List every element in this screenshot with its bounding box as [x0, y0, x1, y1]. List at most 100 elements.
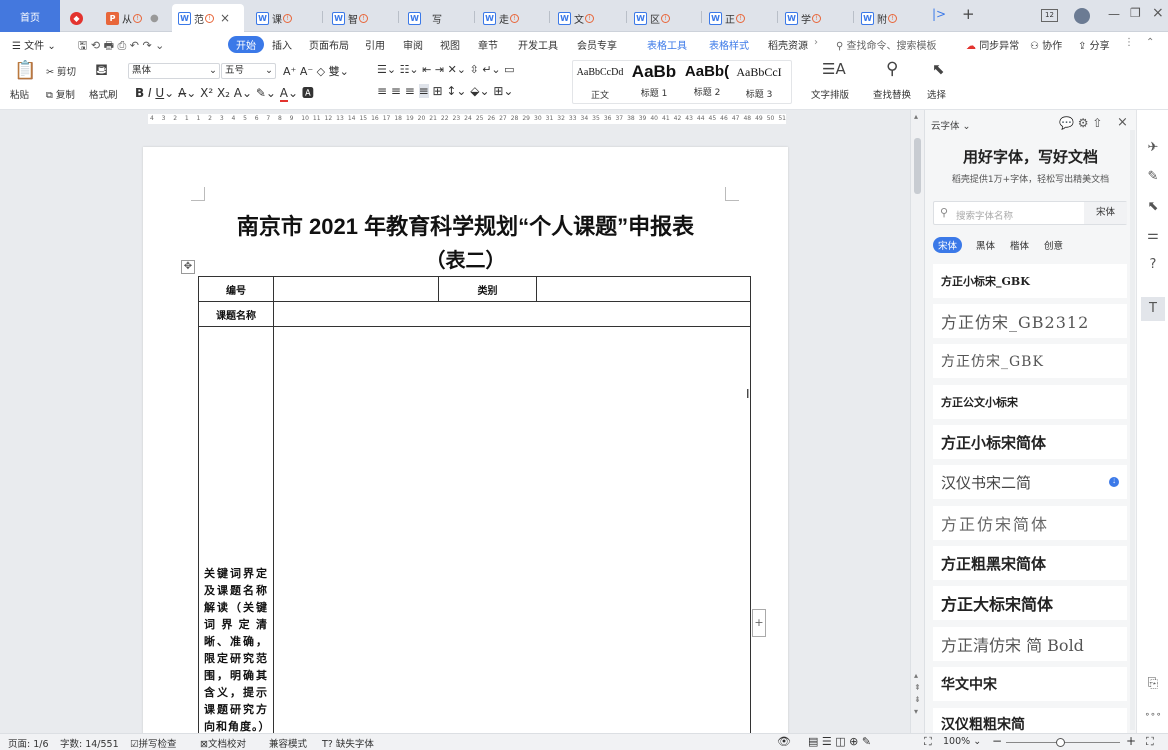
more-tools-icon[interactable]: ∘∘∘ [1144, 706, 1162, 724]
page-indicator[interactable]: 页面: 1/6 [8, 736, 49, 750]
table-cell[interactable]: 关键词界定及课题名称解读（关键词界定清晰、准确，限定研究范围，明确其含义，提示课… [198, 326, 274, 733]
zoom-in-icon[interactable]: + [1126, 734, 1136, 748]
font-item[interactable]: 方正粗黑宋简体 [933, 546, 1127, 580]
menu-file[interactable]: ☰ 文件 ⌄ [12, 37, 56, 52]
find-icon[interactable]: ⚲ [886, 59, 898, 79]
word-count[interactable]: 字数: 14/551 [60, 736, 119, 750]
panel-close-icon[interactable]: × [1117, 115, 1128, 130]
tab-overflow-icon[interactable]: |> [932, 7, 946, 21]
menu-view[interactable]: 视图 [440, 37, 460, 52]
paste-button[interactable]: 粘贴 [10, 87, 29, 101]
menu-chapter[interactable]: 章节 [478, 37, 498, 52]
font-item[interactable]: 方正小标宋_GBK [933, 264, 1127, 298]
menu-table-tools[interactable]: 表格工具 [647, 37, 687, 52]
zoom-level[interactable]: 100% ⌄ [943, 736, 981, 747]
tab-doc[interactable]: W 正! [703, 4, 775, 32]
font-item[interactable]: 方正大标宋简体 [933, 586, 1127, 620]
cut-button[interactable]: ✂ 剪切 [46, 64, 76, 78]
cloud-download-icon[interactable]: ⇣ [1109, 477, 1119, 487]
search-scope-tag[interactable]: 宋体 [1084, 202, 1127, 224]
document-area[interactable]: 南京市 2021 年教育科学规划“个人课题”申报表 （表二） ✥ 编号 类别 课… [0, 127, 910, 733]
new-tab-plus-icon[interactable]: + [962, 5, 975, 23]
font-item[interactable]: 方正仿宋_GB2312 [933, 304, 1127, 338]
find-replace-button[interactable]: 查找替换 [873, 87, 911, 101]
menu-start[interactable]: 开始 [228, 36, 264, 53]
table-cell[interactable] [273, 276, 439, 302]
tab-doc-active[interactable]: W 范! × [172, 4, 244, 32]
scroll-up-icon[interactable]: ▴ [914, 112, 918, 121]
quick-access-icons[interactable]: 🖫 ⟲ 🖶 ⎙ ↶ ↷ ⌄ [78, 37, 164, 56]
tab-doc[interactable]: W 区! [628, 4, 700, 32]
filter-kaiti[interactable]: 楷体 [1010, 238, 1029, 252]
table-cell[interactable]: 编号 [198, 276, 274, 302]
style-normal[interactable]: AaBbCcDd 正文 [574, 62, 626, 101]
text-format-icons[interactable]: B I U⌄ A̶⌄ X² X₂ A⌄ ✎⌄ A⌄ 🅰 [135, 84, 314, 102]
font-name-select[interactable]: 黑体 ⌄ [128, 63, 220, 79]
font-search-box[interactable]: ⚲ 搜索字体名称 宋体 [933, 201, 1127, 225]
menu-dev[interactable]: 开发工具 [518, 37, 558, 52]
doc-proof[interactable]: ⊠文档校对 [200, 736, 246, 750]
table-cell[interactable]: 类别 [438, 276, 537, 302]
zoom-out-icon[interactable]: − [992, 734, 1002, 748]
horizontal-ruler[interactable]: 4 3 2 1 1 2 3 4 5 6 7 8 9 10 11 12 13 14 15 16 17 18 19 20 21 22 2… [0, 111, 910, 127]
table-cell[interactable] [273, 301, 751, 327]
align-icons[interactable]: ≡ ≡ ≡ ≡ ⊞ ↕⌄ ⬙⌄ ⊞⌄ [377, 84, 514, 98]
filter-creative[interactable]: 创意 [1044, 238, 1063, 252]
font-item[interactable]: 方正清仿宋 简 Bold [933, 627, 1127, 661]
document-page[interactable]: 南京市 2021 年教育科学规划“个人课题”申报表 （表二） ✥ 编号 类别 课… [143, 147, 788, 733]
table-cell[interactable]: 课题名称 [198, 301, 274, 327]
document-subtitle[interactable]: （表二） [143, 244, 788, 273]
missing-font[interactable]: T? 缺失字体 [322, 736, 374, 750]
sync-status[interactable]: ☁ 同步异常 [966, 37, 1019, 52]
close-window-icon[interactable]: × [1152, 5, 1164, 21]
font-adjust-icons[interactable]: A⁺ A⁻ ◇ 雙⌄ [283, 63, 349, 79]
filter-songti[interactable]: 宋体 [933, 237, 963, 253]
menu-layout[interactable]: 页面布局 [309, 37, 349, 52]
cursor-icon[interactable]: ⬉ [1144, 198, 1162, 216]
panel-header-icons[interactable]: 💬 ⚙ ⇧ [1059, 116, 1102, 130]
font-item[interactable]: 方正小标宋简体 [933, 425, 1127, 459]
tab-doc[interactable]: W 学! [779, 4, 851, 32]
format-painter-button[interactable]: 格式刷 [89, 87, 118, 101]
font-search-input[interactable]: 搜索字体名称 [956, 208, 1013, 222]
menu-more-icon[interactable]: › [814, 37, 818, 48]
paste-icon[interactable]: 📋 [14, 60, 36, 81]
tab-doc[interactable]: W 智! [326, 4, 396, 32]
font-item[interactable]: 方正公文小标宋 [933, 385, 1127, 419]
table-cell[interactable] [273, 326, 751, 733]
collapse-ribbon-icon[interactable]: ⌃ [1146, 37, 1154, 48]
table-cell[interactable] [536, 276, 751, 302]
help-icon[interactable]: ? [1144, 256, 1162, 274]
spell-check[interactable]: ☑拼写检查 [130, 736, 177, 750]
font-item[interactable]: 华文中宋 [933, 667, 1127, 701]
panel-scrollbar[interactable] [1130, 130, 1135, 730]
minimize-icon[interactable]: — [1108, 7, 1120, 21]
font-item[interactable]: 方正仿宋_GBK [933, 344, 1127, 378]
tab-app[interactable]: ◆ [64, 4, 100, 32]
cursor-select-icon[interactable]: ⬉ [932, 60, 945, 78]
fullscreen-icon[interactable]: ⛶ [1146, 735, 1154, 749]
tab-home[interactable]: 首页 [0, 0, 60, 32]
menu-table-style[interactable]: 表格样式 [709, 37, 749, 52]
font-item[interactable]: 汉仪粗粗宋简 [933, 708, 1127, 733]
text-layout-button[interactable]: 文字排版 [811, 87, 849, 101]
add-column-plus-icon[interactable]: + [752, 609, 766, 637]
document-scrollbar[interactable]: ▴ ▴ ⇞ ⇟ ▾ [910, 110, 924, 733]
eye-icon[interactable]: 👁 [777, 735, 791, 748]
pen-icon[interactable]: ✎ [1144, 168, 1162, 186]
more-options-icon[interactable]: ⋮ [1124, 37, 1134, 48]
style-heading-3[interactable]: AaBbCcI 标题 3 [733, 62, 785, 100]
style-heading-2[interactable]: AaBb(标题 2 [681, 62, 733, 100]
font-item[interactable]: 汉仪书宋二简 ⇣ [933, 465, 1127, 499]
menu-daoke[interactable]: 稻壳资源 [768, 37, 808, 52]
collab-button[interactable]: ⚇ 协作 [1030, 37, 1062, 52]
tab-doc[interactable]: W 课! [250, 4, 320, 32]
menu-vip[interactable]: 会员专享 [577, 37, 617, 52]
scroll-thumb[interactable] [914, 138, 921, 194]
tab-doc[interactable]: W 文! [552, 4, 624, 32]
zoom-slider-handle[interactable] [1056, 738, 1065, 747]
page-nav-icons[interactable]: ▴ ⇞ ⇟ ▾ [914, 670, 921, 718]
menu-ref[interactable]: 引用 [365, 37, 385, 52]
list-icons[interactable]: ☰⌄ ☷⌄ ⇤ ⇥ ✕⌄ ⇳ ↵⌄ ▭ [377, 63, 515, 76]
document-title[interactable]: 南京市 2021 年教育科学规划“个人课题”申报表 [143, 209, 788, 241]
